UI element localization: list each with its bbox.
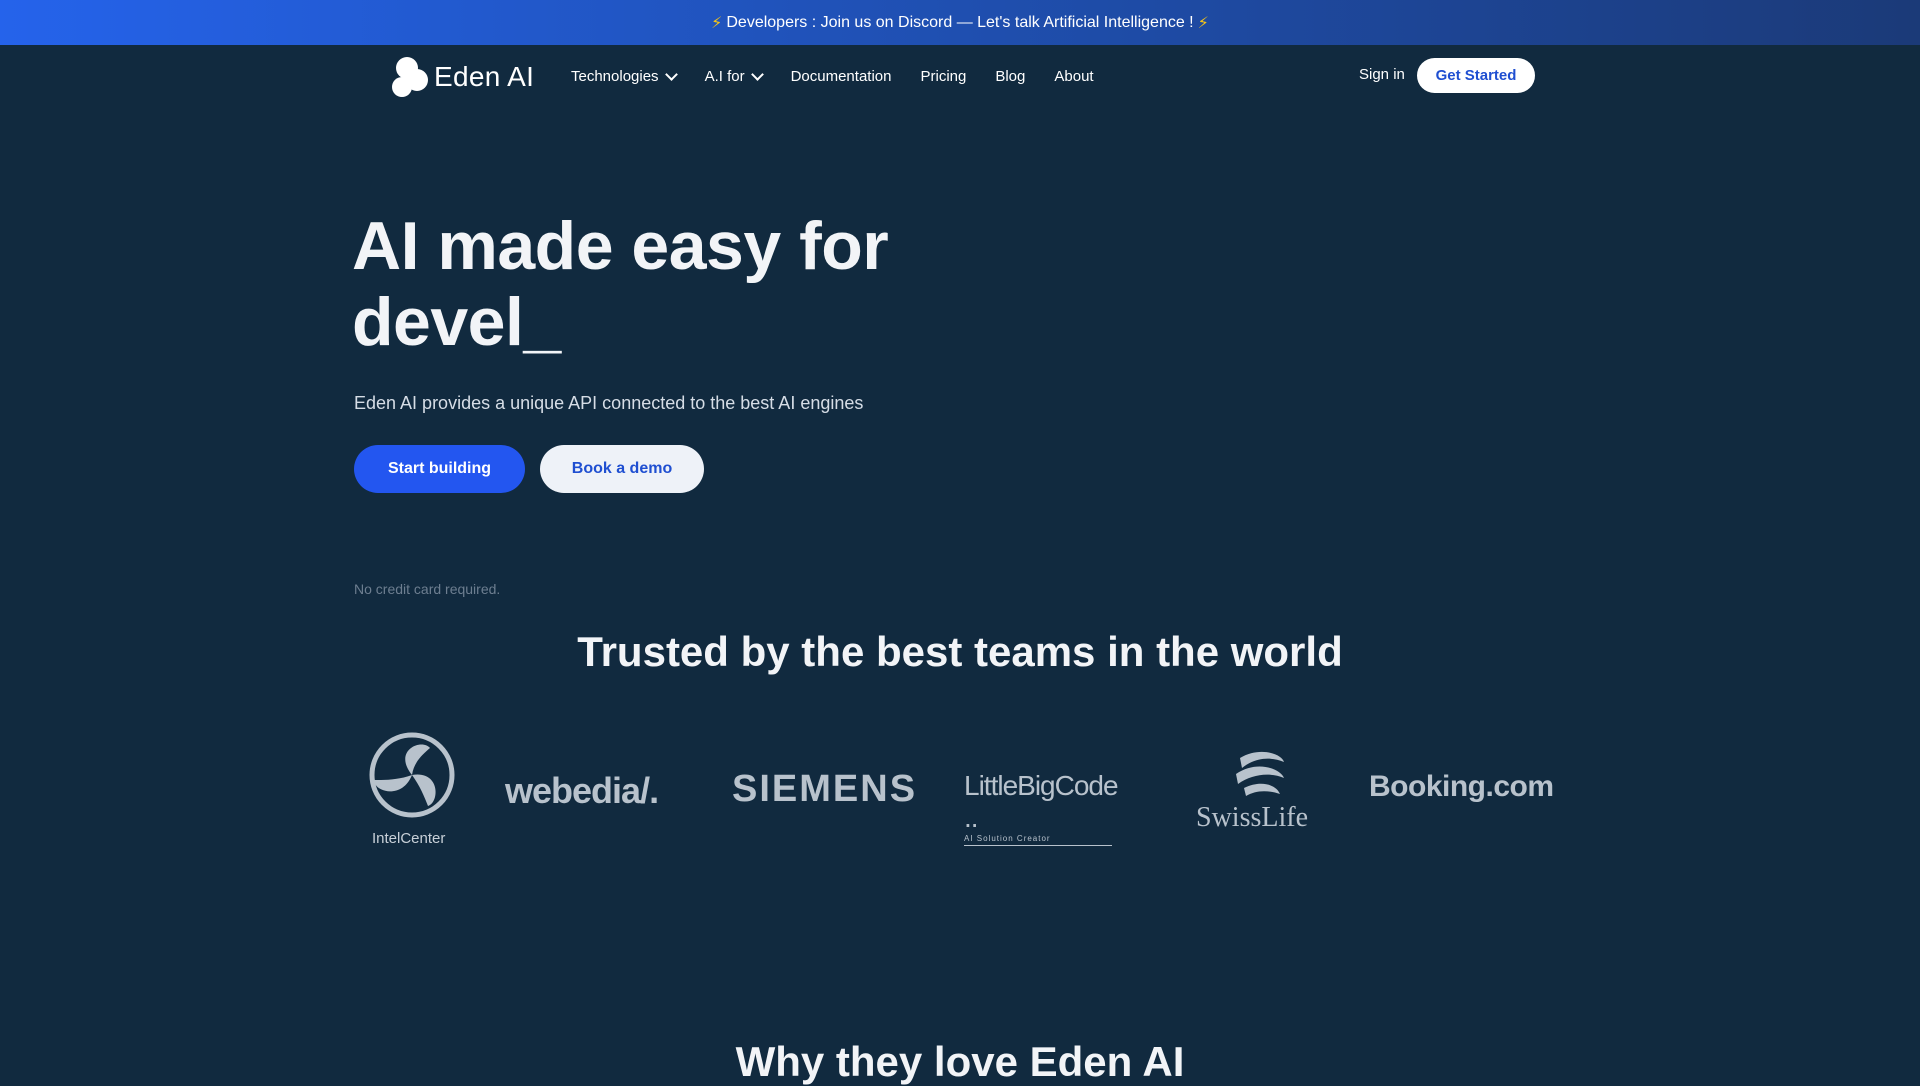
nav-item-about[interactable]: About bbox=[1054, 68, 1093, 85]
siemens-text: SIEMENS bbox=[732, 768, 918, 810]
main-menu: Technologies A.I for Documentation Prici… bbox=[571, 45, 1123, 107]
book-demo-button[interactable]: Book a demo bbox=[540, 445, 704, 493]
booking-text: Booking.com bbox=[1369, 770, 1554, 803]
hero-title-line2: devel_ bbox=[352, 284, 561, 360]
lightning-icon: ⚡ bbox=[1197, 14, 1209, 32]
nav-item-label: Blog bbox=[995, 67, 1026, 85]
nav-item-documentation[interactable]: Documentation bbox=[791, 68, 892, 85]
chevron-down-icon bbox=[750, 67, 764, 81]
nav-item-label: Technologies bbox=[571, 67, 659, 85]
webedia-logo: webedia/. bbox=[505, 770, 659, 811]
nav-item-ai-for[interactable]: A.I for bbox=[704, 67, 764, 85]
chevron-down-icon bbox=[664, 67, 678, 81]
nav-item-label: Pricing bbox=[920, 67, 967, 85]
announcement-text: Developers : Join us on Discord — Let's … bbox=[726, 13, 1194, 31]
hero-title-line1: AI made easy for bbox=[352, 208, 889, 284]
nav-item-label: A.I for bbox=[704, 67, 745, 85]
swisslife-logo: SwissLife bbox=[1196, 748, 1326, 848]
announcement-bar[interactable]: ⚡ Developers : Join us on Discord — Let'… bbox=[0, 0, 1920, 45]
littlebigcode-text: LittleBigCode bbox=[964, 770, 1119, 801]
intelcenter-logo: IntelCenter bbox=[352, 730, 472, 850]
start-building-button[interactable]: Start building bbox=[354, 445, 525, 493]
littlebigcode-tagline: AI Solution Creator bbox=[964, 834, 1112, 846]
sign-in-link[interactable]: Sign in bbox=[1359, 66, 1405, 83]
swisslife-text: SwissLife bbox=[1196, 802, 1308, 833]
nav-item-label: Documentation bbox=[790, 67, 892, 85]
why-heading: Why they love Eden AI bbox=[735, 1038, 1185, 1085]
nav-item-pricing[interactable]: Pricing bbox=[920, 68, 966, 85]
logo-text: Eden AI bbox=[434, 61, 535, 92]
eden-ai-logo[interactable]: Eden AI bbox=[392, 55, 534, 99]
nav-item-blog[interactable]: Blog bbox=[995, 68, 1025, 85]
get-started-button[interactable]: Get Started bbox=[1417, 58, 1535, 93]
eden-logo-icon bbox=[392, 55, 428, 99]
intelcenter-swirl-icon bbox=[369, 732, 455, 818]
hero-subtitle: Eden AI provides a unique API connected … bbox=[354, 393, 864, 413]
nav-item-label: About bbox=[1054, 67, 1094, 85]
webedia-text: webedia bbox=[505, 770, 641, 811]
swisslife-wave-icon bbox=[1236, 751, 1284, 796]
no-credit-card-note: No credit card required. bbox=[354, 581, 501, 597]
top-nav: Eden AI Technologies A.I for Documentati… bbox=[0, 45, 1920, 107]
hero-title: AI made easy for devel_ bbox=[352, 208, 1052, 360]
lightning-icon: ⚡ bbox=[711, 14, 723, 32]
intelcenter-label: IntelCenter bbox=[372, 830, 446, 847]
trusted-heading: Trusted by the best teams in the world bbox=[577, 628, 1343, 675]
customer-logos: IntelCenter webedia/. SIEMENS LittleBigC… bbox=[352, 730, 1568, 850]
booking-logo: Booking.com bbox=[1369, 770, 1554, 804]
nav-item-technologies[interactable]: Technologies bbox=[571, 67, 678, 85]
siemens-logo: SIEMENS bbox=[732, 768, 917, 811]
littlebigcode-logo: LittleBigCode .. AI Solution Creator bbox=[964, 770, 1124, 846]
